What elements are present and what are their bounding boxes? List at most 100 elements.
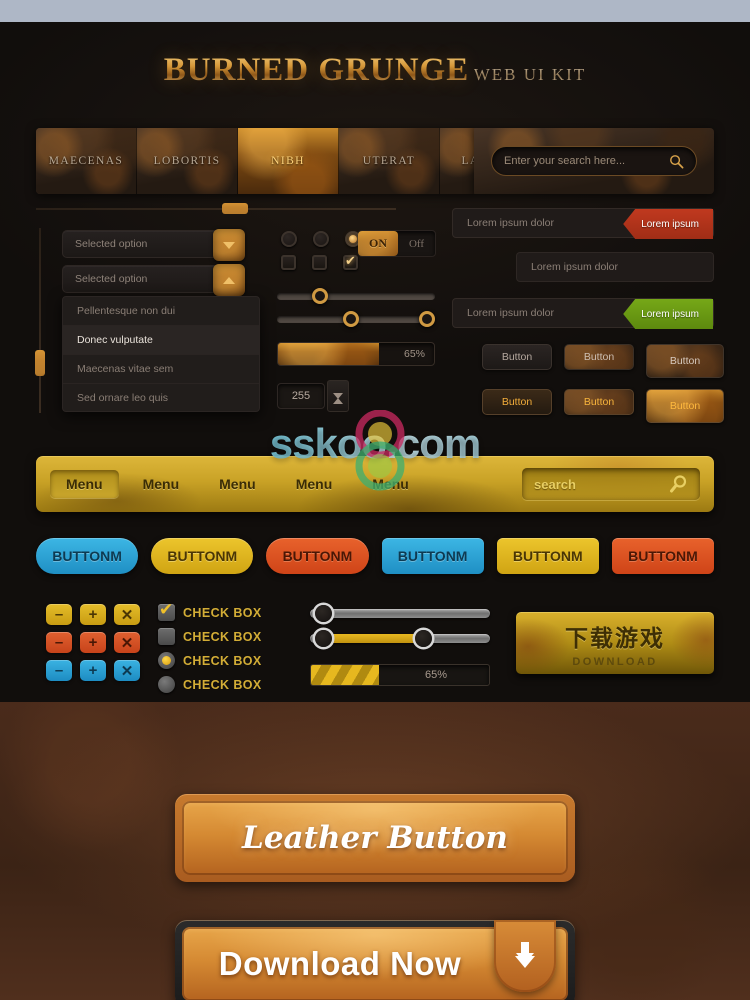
gold-menu-item-5[interactable]: Menu [356,470,425,498]
checkbox-3[interactable] [343,253,358,270]
input-plain[interactable]: Lorem ipsum dolor [516,252,714,282]
checkbox-list: CHECK BOX CHECK BOX CHECK BOX CHECK BOX [158,600,262,693]
nav-search-panel: Enter your search here... [474,128,714,194]
chevron-down-icon[interactable] [213,229,245,261]
buttonm-orange-rect[interactable]: BUTTONM [611,538,715,574]
vertical-scrollbar-handle[interactable] [35,350,45,376]
buttonm-yellow-pill[interactable]: BUTTONM [151,538,254,574]
nav-item-uterat[interactable]: UTERAT [339,128,440,194]
minus-icon[interactable]: – [46,604,72,625]
chevron-up-icon[interactable] [213,264,245,296]
checkbox-2[interactable] [312,255,327,270]
checkbox-square-checked-icon[interactable] [158,600,175,621]
checkbox-1[interactable] [281,255,296,270]
slider-single-track[interactable] [277,288,435,304]
input-error[interactable]: Lorem ipsum dolor Lorem ipsum [452,208,714,239]
slider-range-handle-high[interactable] [419,311,435,327]
horizontal-scrollbar-handle[interactable] [222,203,248,214]
slider-range-track[interactable] [277,311,435,327]
quantity-stepper-input[interactable]: 255 [277,383,325,409]
gold-search-input[interactable]: search [522,468,700,500]
radio-button-2[interactable] [313,231,329,247]
quantity-stepper-buttons[interactable] [327,380,349,416]
leather-button[interactable]: Leather Button [175,794,575,882]
buttonm-orange-pill[interactable]: BUTTONM [266,538,369,574]
metal-slider-handle-high[interactable] [415,630,432,647]
toggle-on-label[interactable]: ON [358,231,398,256]
radio-circle-icon[interactable] [158,676,175,693]
list-item[interactable]: Pellentesque non dui [63,297,259,326]
download-arrow-icon[interactable] [494,920,556,992]
button-amber-dark[interactable]: Button [482,389,552,415]
gold-menu-item-1[interactable]: Menu [50,470,119,498]
horizontal-scrollbar-track[interactable] [36,208,396,210]
gold-menu-item-2[interactable]: Menu [127,470,196,498]
checkbox-item-1[interactable]: CHECK BOX [158,600,262,621]
toggle-off-label[interactable]: Off [398,238,435,250]
status-badge-success: Lorem ipsum [623,299,713,329]
caret-down-icon[interactable] [333,393,343,417]
progress-bar: 65% [277,342,435,366]
download-game-button[interactable]: 下载游戏 DOWNLOAD [516,612,714,674]
close-icon[interactable]: ✕ [114,660,140,681]
close-icon[interactable]: ✕ [114,632,140,653]
plus-icon[interactable]: + [80,604,106,625]
list-item[interactable]: Donec vulputate [63,326,259,355]
nav-item-maecenas[interactable]: MAECENAS [36,128,137,194]
list-item[interactable]: Maecenas vitae sem [63,355,259,384]
plus-icon[interactable]: + [80,660,106,681]
download-game-label-en: DOWNLOAD [572,655,658,668]
select-closed[interactable]: Selected option [62,229,245,261]
page-title: BURNED GRUNGE [163,52,470,88]
checkbox-item-3[interactable]: CHECK BOX [158,652,262,669]
buttonm-yellow-rect[interactable]: BUTTONM [496,538,599,574]
button-variant-grid: Button Button Button Button Button Butto… [482,344,724,423]
metal-slider-bottom-track[interactable] [310,630,490,647]
button-amber-hot[interactable]: Button [646,389,724,423]
gold-menu-item-3[interactable]: Menu [203,470,272,498]
magnifier-icon[interactable] [668,474,688,494]
nav-item-nibh[interactable]: NIBH [238,128,339,194]
gold-menu-items: Menu Menu Menu Menu Menu [50,470,425,498]
list-item[interactable]: Sed ornare leo quis [63,384,259,411]
search-input[interactable]: Enter your search here... [491,146,697,176]
checkbox-item-4[interactable]: CHECK BOX [158,676,262,693]
buttonm-blue-pill[interactable]: BUTTONM [36,538,139,574]
select-open-value: Selected option [75,273,148,285]
select-option-list: Pellentesque non dui Donec vulputate Mae… [62,296,260,412]
select-open[interactable]: Selected option [62,264,245,296]
checkbox-item-2[interactable]: CHECK BOX [158,628,262,645]
input-success[interactable]: Lorem ipsum dolor Lorem ipsum [452,298,714,329]
button-amber-rust[interactable]: Button [564,389,634,415]
progress-fill [278,343,380,365]
metal-slider-top-handle[interactable] [315,605,332,622]
input-success-value: Lorem ipsum dolor [467,307,554,319]
main-navbar: MAECENAS LOBORTIS NIBH UTERAT LACINIA En… [36,128,714,194]
radio-circle-checked-icon[interactable] [158,652,175,669]
button-rust-large[interactable]: Button [646,344,724,378]
progress-label: 65% [403,348,425,360]
radio-button-1[interactable] [281,231,297,247]
buttonm-blue-rect[interactable]: BUTTONM [381,538,484,574]
metal-slider-top-track[interactable] [310,605,490,622]
plus-icon[interactable]: + [80,632,106,653]
nav-item-lobortis[interactable]: LOBORTIS [137,128,238,194]
slider-single-handle[interactable] [312,288,328,304]
checkbox-label: CHECK BOX [183,677,262,692]
magnifier-icon[interactable] [669,154,684,169]
download-now-button[interactable]: Download Now [175,920,575,1000]
on-off-toggle[interactable]: ON Off [358,230,436,257]
vertical-scrollbar-track[interactable] [39,228,41,413]
minus-icon[interactable]: – [46,632,72,653]
gold-menu-item-4[interactable]: Menu [280,470,349,498]
button-flat-dark[interactable]: Button [482,344,552,370]
metal-slider-handle-low[interactable] [315,630,332,647]
close-icon[interactable]: ✕ [114,604,140,625]
checkbox-square-icon[interactable] [158,628,175,645]
minus-icon[interactable]: – [46,660,72,681]
gold-menu-bar: Menu Menu Menu Menu Menu search [36,456,714,512]
slider-range-handle-low[interactable] [343,311,359,327]
icon-button-grid: – + ✕ – + ✕ – + ✕ [46,604,140,681]
search-placeholder: Enter your search here... [504,155,626,167]
button-rust-light[interactable]: Button [564,344,634,370]
